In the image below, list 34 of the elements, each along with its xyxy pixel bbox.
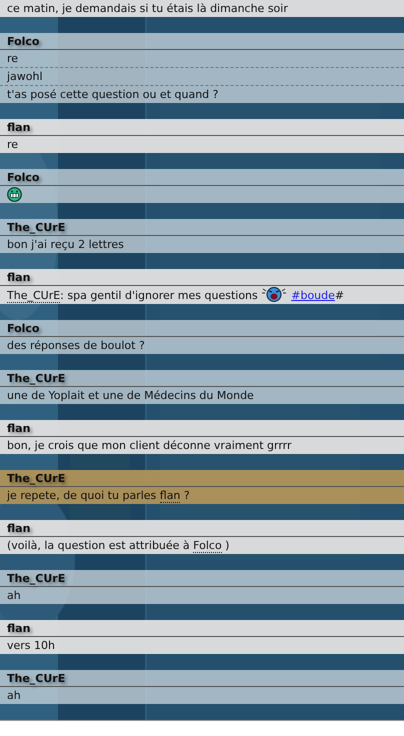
author-name: The_CUrE (0, 219, 404, 236)
message-text: ce matin, je demandais si tu étais là dimanche soir (6, 1, 289, 17)
author-name: flan (0, 520, 404, 537)
author-name: The_CUrE (0, 370, 404, 387)
hashtag-link[interactable]: #boude (291, 289, 335, 302)
author-name: The_CUrE (0, 570, 404, 587)
author-name: flan (0, 119, 404, 136)
crying-smiley-icon (261, 286, 288, 302)
grinning-smiley-icon (7, 187, 22, 202)
author-name: flan (0, 269, 404, 286)
author-name: flan (0, 420, 404, 437)
message-text: jawohl (0, 67, 404, 85)
message-text: ah (6, 688, 22, 704)
author-name: Folco (0, 33, 404, 50)
author-name: The_CUrE (0, 470, 404, 487)
message-text: je repete, de quoi tu parles flan ? (6, 488, 191, 504)
author-name: The_CUrE (0, 670, 404, 687)
nick-mention[interactable]: Folco (193, 539, 222, 553)
message-text: vers 10h (6, 638, 56, 654)
message-text: re (6, 51, 20, 67)
message-text: bon, je crois que mon client déconne vraiment grrrr (6, 438, 293, 454)
message-text: une de Yoplait et une de Médecins du Monde (6, 388, 255, 404)
author-name: Folco (0, 169, 404, 186)
author-name: Folco (0, 320, 404, 337)
message-text: The_CUrE: spa gentil d'ignorer mes questions #boude# (0, 286, 404, 304)
author-name: flan (0, 620, 404, 637)
message-text: t'as posé cette question ou et quand ? (0, 85, 404, 103)
message-text: (voilà, la question est attribuée à Folco ) (6, 538, 230, 554)
message-text: ah (6, 588, 22, 604)
message-text: des réponses de boulot ? (6, 338, 146, 354)
nick-mention[interactable]: flan (160, 489, 180, 503)
message-text: bon j'ai reçu 2 lettres (6, 237, 125, 253)
nick-mention[interactable]: The_CUrE (7, 289, 60, 303)
message-text: re (6, 137, 20, 153)
